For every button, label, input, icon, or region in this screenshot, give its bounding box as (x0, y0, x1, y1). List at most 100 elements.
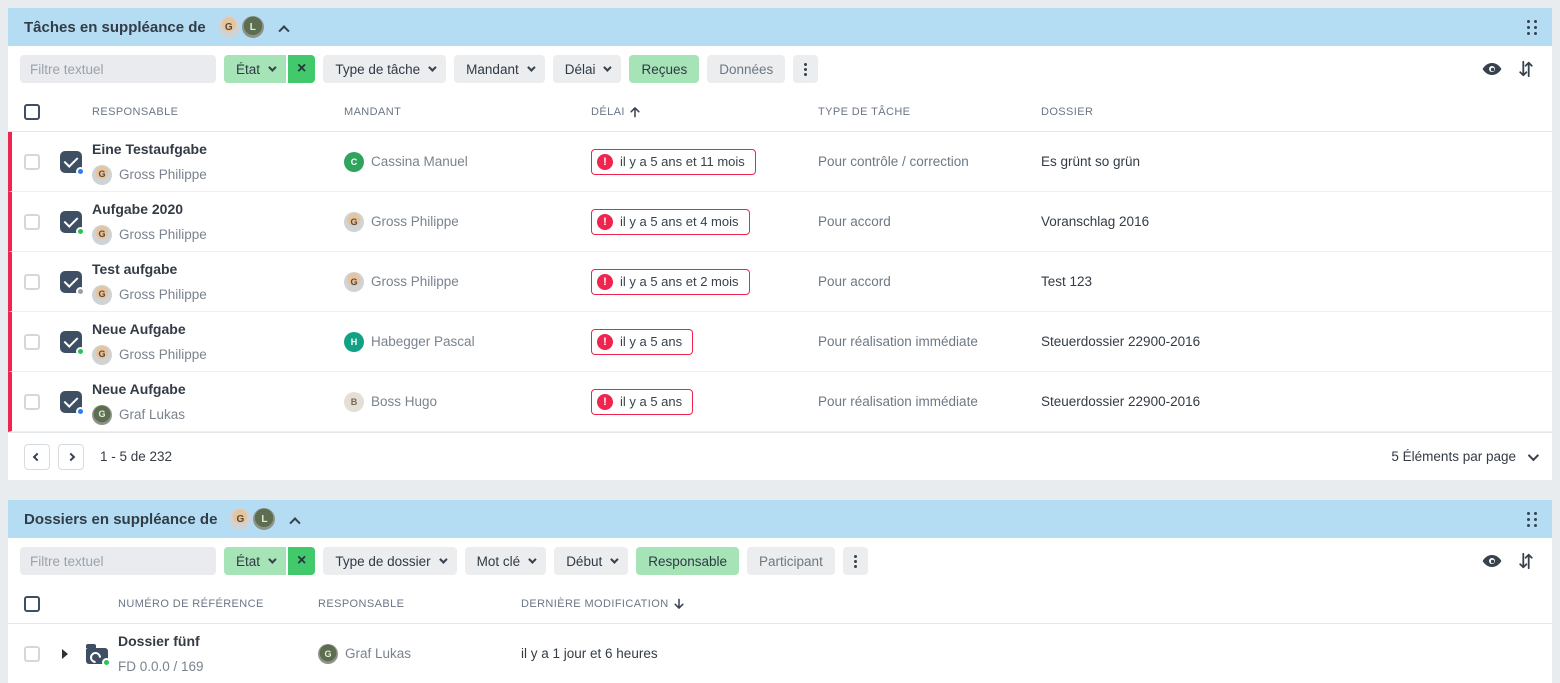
task-icon (60, 271, 82, 293)
tasks-panel-header: Tâches en suppléance de G L (8, 8, 1552, 46)
participant-toggle-button[interactable]: Participant (747, 547, 835, 575)
task-row[interactable]: Neue Aufgabe G Gross Philippe H Habegger… (8, 312, 1552, 372)
person-avatar: C (344, 152, 364, 172)
chevron-right-icon (67, 452, 75, 460)
collapse-panel-button[interactable] (276, 16, 292, 39)
chevron-down-icon (1528, 449, 1539, 460)
select-all-checkbox[interactable] (24, 104, 40, 120)
status-dot (102, 658, 111, 667)
dossier-cell: Steuerdossier 22900-2016 (1041, 334, 1552, 349)
overdue-badge: ! il y a 5 ans et 2 mois (591, 269, 750, 295)
column-header-mandant[interactable]: MANDANT (344, 106, 591, 118)
etat-filter-group: État × (224, 547, 315, 575)
chevron-down-icon (268, 63, 276, 71)
type-de-dossier-filter-button[interactable]: Type de dossier (323, 547, 456, 575)
etat-filter-button[interactable]: État (224, 55, 286, 83)
clear-etat-filter-button[interactable]: × (288, 547, 315, 575)
column-visibility-button[interactable] (1478, 552, 1506, 570)
responsable-cell: G Gross Philippe (92, 225, 344, 245)
more-filters-button[interactable] (793, 55, 818, 83)
dossiers-filterbar: État × Type de dossier Mot clé Début Res… (8, 538, 1552, 584)
alert-icon: ! (597, 154, 613, 170)
select-all-checkbox[interactable] (24, 596, 40, 612)
delai-filter-button[interactable]: Délai (553, 55, 622, 83)
dossiers-panel-header: Dossiers en suppléance de G L (8, 500, 1552, 538)
debut-filter-button[interactable]: Début (554, 547, 628, 575)
alert-icon: ! (597, 394, 613, 410)
row-checkbox[interactable] (24, 214, 40, 230)
task-row[interactable]: Test aufgabe G Gross Philippe G Gross Ph… (8, 252, 1552, 312)
column-visibility-button[interactable] (1478, 60, 1506, 78)
row-checkbox[interactable] (24, 334, 40, 350)
donnees-toggle-button[interactable]: Données (707, 55, 785, 83)
responsable-toggle-button[interactable]: Responsable (636, 547, 739, 575)
person-avatar: G (344, 212, 364, 232)
chevron-left-icon (33, 452, 41, 460)
dossier-row[interactable]: Dossier fünf FD 0.0.0 / 169 G Graf Lukas… (8, 624, 1552, 683)
tasks-panel: Tâches en suppléance de G L État × Type … (8, 8, 1552, 480)
supervised-users-avatars: G L (229, 508, 275, 530)
task-title: Aufgabe 2020 (92, 201, 183, 217)
eye-icon (1482, 62, 1502, 76)
column-header-responsable[interactable]: RESPONSABLE (318, 598, 521, 610)
task-row[interactable]: Aufgabe 2020 G Gross Philippe G Gross Ph… (8, 192, 1552, 252)
page: Tâches en suppléance de G L État × Type … (0, 0, 1560, 683)
text-filter-input[interactable] (20, 55, 216, 83)
overdue-badge: ! il y a 5 ans et 4 mois (591, 209, 750, 235)
items-per-page-select[interactable]: 5 Éléments par page (1391, 449, 1536, 464)
drag-handle-icon[interactable] (1526, 18, 1538, 36)
previous-page-button[interactable] (24, 444, 50, 470)
task-row[interactable]: Neue Aufgabe G Graf Lukas B Boss Hugo ! … (8, 372, 1552, 432)
task-icon (60, 331, 82, 353)
user-avatar: L (242, 16, 264, 38)
dossier-cell: Voranschlag 2016 (1041, 214, 1552, 229)
sort-button[interactable] (1514, 550, 1538, 572)
tasks-panel-title: Tâches en suppléance de (24, 19, 206, 36)
sort-arrows-icon (1518, 60, 1534, 78)
more-filters-button[interactable] (843, 547, 868, 575)
type-de-tache-filter-button[interactable]: Type de tâche (323, 55, 446, 83)
sort-button[interactable] (1514, 58, 1538, 80)
task-type-cell: Pour accord (818, 274, 1041, 289)
column-header-dossier[interactable]: DOSSIER (1041, 106, 1552, 118)
collapse-panel-button[interactable] (287, 508, 303, 531)
tasks-table-header: RESPONSABLE MANDANT DÉLAI TYPE DE TÂCHE … (8, 92, 1552, 132)
dossier-title: Dossier fünf (118, 633, 200, 649)
task-icon (60, 211, 82, 233)
chevron-down-icon (610, 555, 618, 563)
mot-cle-filter-button[interactable]: Mot clé (465, 547, 547, 575)
eye-icon (1482, 554, 1502, 568)
task-title: Test aufgabe (92, 261, 177, 277)
folder-icon (86, 648, 108, 664)
mandant-cell: B Boss Hugo (344, 392, 591, 412)
row-checkbox[interactable] (24, 394, 40, 410)
person-avatar: G (92, 345, 112, 365)
mandant-cell: G Gross Philippe (344, 272, 591, 292)
column-header-type-de-tache[interactable]: TYPE DE TÂCHE (818, 106, 1041, 118)
mandant-filter-button[interactable]: Mandant (454, 55, 545, 83)
row-checkbox[interactable] (24, 646, 40, 662)
column-header-delai[interactable]: DÉLAI (591, 105, 818, 119)
drag-handle-icon[interactable] (1526, 510, 1538, 528)
chevron-up-icon (278, 25, 289, 36)
status-dot (76, 227, 85, 236)
next-page-button[interactable] (58, 444, 84, 470)
recues-toggle-button[interactable]: Reçues (629, 55, 699, 83)
text-filter-input[interactable] (20, 547, 216, 575)
chevron-down-icon (268, 555, 276, 563)
row-checkbox[interactable] (24, 274, 40, 290)
last-modification-cell: il y a 1 jour et 6 heures (521, 646, 1552, 661)
expand-row-icon[interactable] (62, 649, 68, 659)
column-header-responsable[interactable]: RESPONSABLE (92, 106, 344, 118)
etat-filter-button[interactable]: État (224, 547, 286, 575)
user-avatar: G (229, 508, 251, 530)
column-header-numero-de-reference[interactable]: NUMÉRO DE RÉFÉRENCE (118, 598, 318, 610)
column-header-derniere-modification[interactable]: DERNIÈRE MODIFICATION (521, 597, 1552, 611)
row-checkbox[interactable] (24, 154, 40, 170)
task-row[interactable]: Eine Testaufgabe G Gross Philippe C Cass… (8, 132, 1552, 192)
clear-etat-filter-button[interactable]: × (288, 55, 315, 83)
status-dot (76, 407, 85, 416)
tasks-pagination: 1 - 5 de 232 5 Éléments par page (8, 432, 1552, 480)
status-dot (76, 167, 85, 176)
task-type-cell: Pour contrôle / correction (818, 154, 1041, 169)
